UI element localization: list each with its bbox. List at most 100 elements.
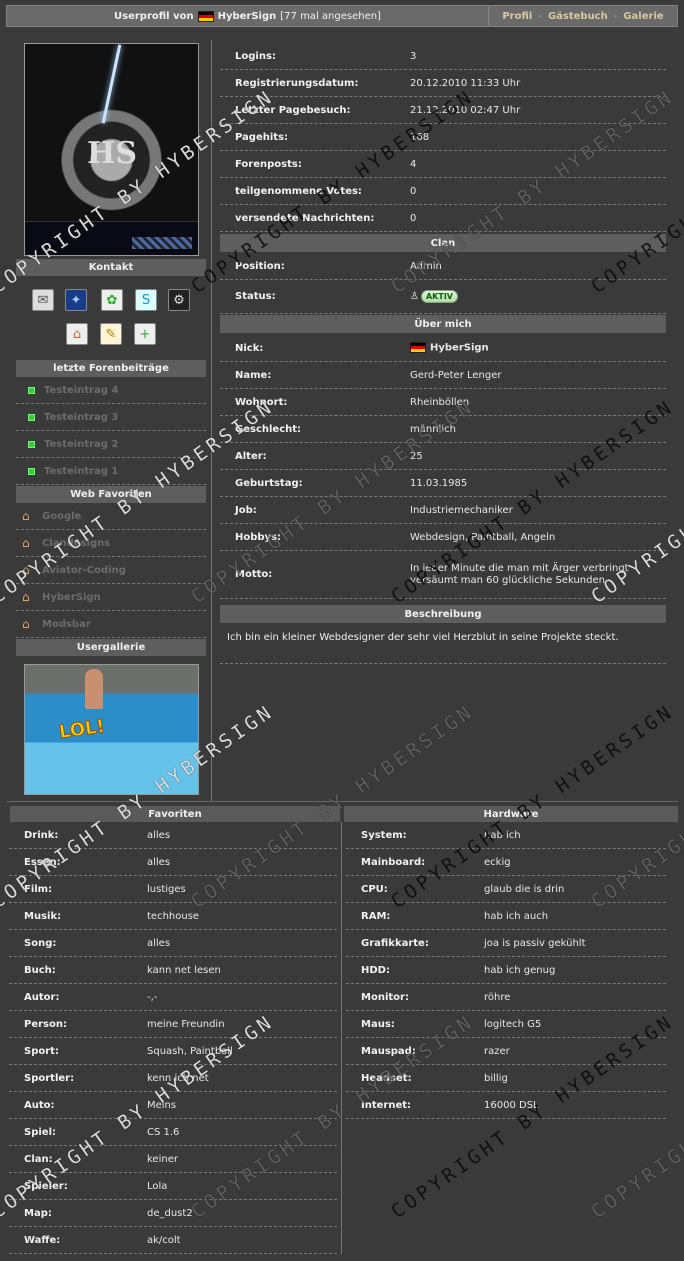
gallery-thumbnail[interactable]: LOL!: [24, 664, 199, 795]
hardware-value: billig: [484, 1072, 508, 1084]
web-favorite-item[interactable]: ⌂ HyberSign: [16, 584, 206, 611]
favorites-row: Buch: kann net lesen: [9, 957, 337, 984]
forum-post-link[interactable]: Testeintrag 3: [44, 412, 118, 423]
homepage-icon[interactable]: ⌂: [66, 323, 88, 345]
profile-nav: Profil - Gästebuch - Galerie: [489, 6, 677, 26]
home-icon: ⌂: [22, 590, 30, 604]
status-badge: AKTIV: [420, 290, 458, 303]
about-label: Hobbys:: [235, 531, 282, 543]
about-label: Motto:: [235, 569, 273, 580]
nav-separator: -: [613, 10, 618, 22]
about-value: HyberSign: [410, 342, 666, 354]
clan-position-label: Position:: [235, 260, 285, 272]
lightning-decoration: [101, 44, 122, 124]
hardware-label: Mainboard:: [361, 856, 426, 868]
steam-icon[interactable]: ⚙: [168, 289, 190, 311]
note-icon[interactable]: ✎: [100, 323, 122, 345]
hardware-row: CPU: glaub die is drin: [346, 876, 666, 903]
favorites-value: CS 1.6: [147, 1126, 180, 1138]
favorites-value: lustiges: [147, 883, 186, 895]
green-bullet-icon: [28, 440, 35, 448]
web-favorite-item[interactable]: ⌂ Modsbar: [16, 611, 206, 638]
bottom-column-divider: [341, 822, 342, 1254]
clan-status-label: Status:: [235, 291, 276, 302]
about-label: Job:: [235, 504, 257, 516]
about-row: Job: Industriemechaniker: [220, 497, 666, 524]
favorites-label: Musik:: [24, 910, 62, 922]
about-value: In jeder Minute die man mit Ärger verbri…: [410, 562, 629, 586]
forum-post-link[interactable]: Testeintrag 1: [44, 466, 118, 477]
stat-row: Letzter Pagebesuch: 21.12.2010 02:47 Uhr: [220, 97, 666, 124]
favorites-value: Squash, Paintball: [147, 1045, 233, 1057]
green-bullet-icon: [28, 386, 35, 394]
favorites-row: Drink: alles: [9, 822, 337, 849]
clan-position-value: Admin: [410, 260, 442, 272]
hs-logo: HS: [87, 136, 138, 171]
green-bullet-icon: [28, 467, 35, 475]
hardware-value: 16000 DSL: [484, 1099, 539, 1111]
hardware-row: System: hab ich: [346, 822, 666, 849]
hardware-value: eckig: [484, 856, 511, 868]
favorites-value: de_dust2: [147, 1207, 193, 1219]
hardware-row: Mainboard: eckig: [346, 849, 666, 876]
favorites-row: Essen: alles: [9, 849, 337, 876]
favorites-row: Spieler: Lola: [9, 1173, 337, 1200]
user-avatar: HS: [24, 43, 199, 256]
favorites-label: Drink:: [24, 829, 59, 841]
web-favorite-link[interactable]: Modsbar: [42, 619, 91, 630]
favorites-value: Lola: [147, 1180, 168, 1192]
mail-icon[interactable]: ✉: [32, 289, 54, 311]
favorites-row: Waffe: ak/colt: [9, 1227, 337, 1254]
favorites-label: Buch:: [24, 964, 56, 976]
hardware-value: razer: [484, 1045, 510, 1057]
nav-galerie-link[interactable]: Galerie: [623, 11, 663, 22]
icq-icon[interactable]: ✿: [101, 289, 123, 311]
hardware-value: logitech G5: [484, 1018, 542, 1030]
web-favorite-item[interactable]: ⌂ Clandesigns: [16, 530, 206, 557]
about-value: Industriemechaniker: [410, 504, 513, 516]
add-friend-icon[interactable]: +: [134, 323, 156, 345]
forum-post-item[interactable]: Testeintrag 2: [16, 431, 206, 458]
forum-post-item[interactable]: Testeintrag 4: [16, 377, 206, 404]
about-label: Name:: [235, 369, 272, 381]
skype-icon[interactable]: S: [135, 289, 157, 311]
favorites-label: Essen:: [24, 856, 61, 868]
title-username: HyberSign: [217, 10, 277, 22]
favorites-label: Sport:: [24, 1045, 59, 1057]
msn-icon[interactable]: ✦: [65, 289, 87, 311]
favorites-label: Waffe:: [24, 1234, 61, 1246]
web-favorite-link[interactable]: HyberSign: [42, 592, 101, 603]
stat-row: teilgenommene Votes: 0: [220, 178, 666, 205]
view-count: [77 mal angesehen]: [280, 10, 381, 22]
forum-post-link[interactable]: Testeintrag 2: [44, 439, 118, 450]
about-row: Nick: HyberSign: [220, 335, 666, 362]
clan-position-row: Position: Admin: [220, 253, 666, 280]
nav-gaestebuch-link[interactable]: Gästebuch: [548, 11, 608, 22]
home-icon: ⌂: [22, 536, 30, 550]
about-value: Gerd-Peter Lenger: [410, 369, 502, 381]
stat-label: Forenposts:: [235, 158, 302, 170]
forum-post-item[interactable]: Testeintrag 3: [16, 404, 206, 431]
favorites-label: Person:: [24, 1018, 67, 1030]
web-favorite-link[interactable]: Clandesigns: [42, 538, 110, 549]
web-favorites-heading: Web Favoriten: [16, 486, 206, 503]
nick-value: HyberSign: [430, 342, 489, 354]
about-value: männlich: [410, 423, 456, 435]
german-flag-icon: [410, 342, 426, 354]
favorites-row: Auto: Meins: [9, 1092, 337, 1119]
web-favorite-item[interactable]: ⌂ Aviator-Coding: [16, 557, 206, 584]
about-heading: Über mich: [220, 315, 666, 333]
web-favorite-link[interactable]: Google: [42, 511, 81, 522]
web-favorite-item[interactable]: ⌂ Google: [16, 503, 206, 530]
favorites-value: keiner: [147, 1153, 178, 1165]
green-bullet-icon: [28, 413, 35, 421]
forum-post-item[interactable]: Testeintrag 1: [16, 458, 206, 485]
favorites-label: Clan:: [24, 1153, 53, 1165]
stat-row: versendete Nachrichten: 0: [220, 205, 666, 232]
forum-post-link[interactable]: Testeintrag 4: [44, 385, 118, 396]
about-row: Geschlecht: männlich: [220, 416, 666, 443]
web-favorite-link[interactable]: Aviator-Coding: [42, 565, 126, 576]
hardware-label: RAM:: [361, 910, 391, 922]
about-label: Wohnort:: [235, 396, 288, 408]
nav-profil-link[interactable]: Profil: [502, 11, 532, 22]
